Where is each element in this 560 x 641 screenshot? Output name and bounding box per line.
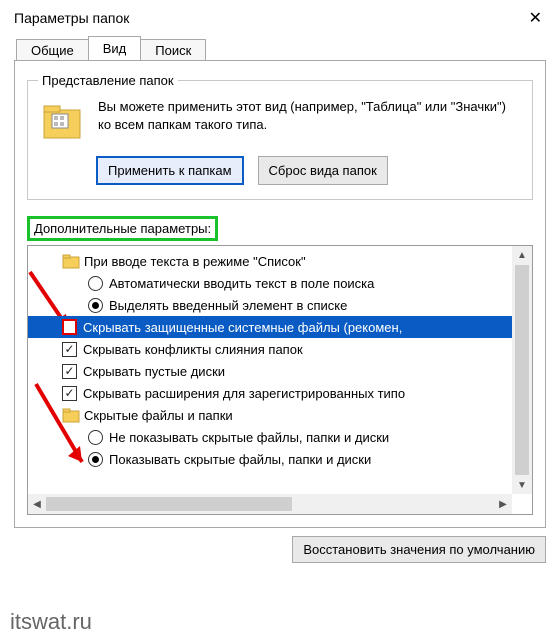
tree-group-hidden: Скрытые файлы и папки	[28, 404, 512, 426]
tab-search[interactable]: Поиск	[140, 39, 206, 61]
tree-item-label: Автоматически вводить текст в поле поиск…	[109, 276, 374, 291]
radio-icon	[88, 430, 103, 445]
scroll-left-icon[interactable]: ◀	[28, 495, 46, 513]
folder-presentation-group: Представление папок Вы можете применить …	[27, 73, 533, 200]
checkbox-hide-empty[interactable]: ✓ Скрывать пустые диски	[28, 360, 512, 382]
tree-item-label: Скрывать пустые диски	[83, 364, 225, 379]
radio-icon	[88, 452, 103, 467]
tree-item-label: Выделять введенный элемент в списке	[109, 298, 347, 313]
checkbox-hide-merge[interactable]: ✓ Скрывать конфликты слияния папок	[28, 338, 512, 360]
vertical-scrollbar[interactable]: ▲ ▼	[512, 246, 532, 494]
folder-options-icon	[38, 100, 86, 144]
radio-select-typed[interactable]: Выделять введенный элемент в списке	[28, 294, 512, 316]
radio-icon	[88, 298, 103, 313]
advanced-settings-label: Дополнительные параметры:	[27, 216, 218, 241]
scroll-up-icon[interactable]: ▲	[513, 246, 531, 264]
radio-dont-show-hidden[interactable]: Не показывать скрытые файлы, папки и дис…	[28, 426, 512, 448]
tree-item-label: Скрывать расширения для зарегистрированн…	[83, 386, 405, 401]
tree-item-label: Скрытые файлы и папки	[84, 408, 233, 423]
apply-to-folders-button[interactable]: Применить к папкам	[96, 156, 244, 185]
close-icon[interactable]: ✕	[523, 8, 548, 28]
checkbox-hide-extensions[interactable]: ✓ Скрывать расширения для зарегистрирова…	[28, 382, 512, 404]
advanced-settings-list: При вводе текста в режиме "Список" Автом…	[27, 245, 533, 515]
scroll-thumb[interactable]	[515, 265, 529, 475]
radio-auto-search[interactable]: Автоматически вводить текст в поле поиск…	[28, 272, 512, 294]
folder-icon	[62, 253, 80, 269]
tree-group-list-input: При вводе текста в режиме "Список"	[28, 250, 512, 272]
tree-item-label: Показывать скрытые файлы, папки и диски	[109, 452, 371, 467]
radio-show-hidden[interactable]: Показывать скрытые файлы, папки и диски	[28, 448, 512, 470]
tree-item-label: Не показывать скрытые файлы, папки и дис…	[109, 430, 389, 445]
reset-folder-view-button[interactable]: Сброс вида папок	[258, 156, 388, 185]
tab-view[interactable]: Вид	[88, 36, 142, 60]
tree-item-label: Скрывать защищенные системные файлы (рек…	[83, 320, 402, 335]
tab-general[interactable]: Общие	[16, 39, 89, 61]
scroll-down-icon[interactable]: ▼	[513, 476, 531, 494]
horizontal-scrollbar[interactable]: ◀ ▶	[28, 494, 512, 514]
tree-item-label: При вводе текста в режиме "Список"	[84, 254, 306, 269]
restore-defaults-button[interactable]: Восстановить значения по умолчанию	[292, 536, 546, 563]
checkbox-icon: ✓	[62, 342, 77, 357]
checkbox-icon	[62, 319, 77, 335]
tree-item-label: Скрывать конфликты слияния папок	[83, 342, 303, 357]
window-title: Параметры папок	[14, 10, 129, 26]
checkbox-icon: ✓	[62, 364, 77, 379]
checkbox-icon: ✓	[62, 386, 77, 401]
scroll-right-icon[interactable]: ▶	[494, 495, 512, 513]
scroll-thumb[interactable]	[46, 497, 292, 511]
folder-presentation-text: Вы можете применить этот вид (например, …	[98, 98, 522, 133]
watermark: itswat.ru	[10, 609, 92, 635]
checkbox-hide-protected[interactable]: Скрывать защищенные системные файлы (рек…	[28, 316, 512, 338]
radio-icon	[88, 276, 103, 291]
folder-presentation-legend: Представление папок	[38, 73, 178, 88]
tab-panel-view: Представление папок Вы можете применить …	[14, 60, 546, 528]
folder-icon	[62, 407, 80, 423]
